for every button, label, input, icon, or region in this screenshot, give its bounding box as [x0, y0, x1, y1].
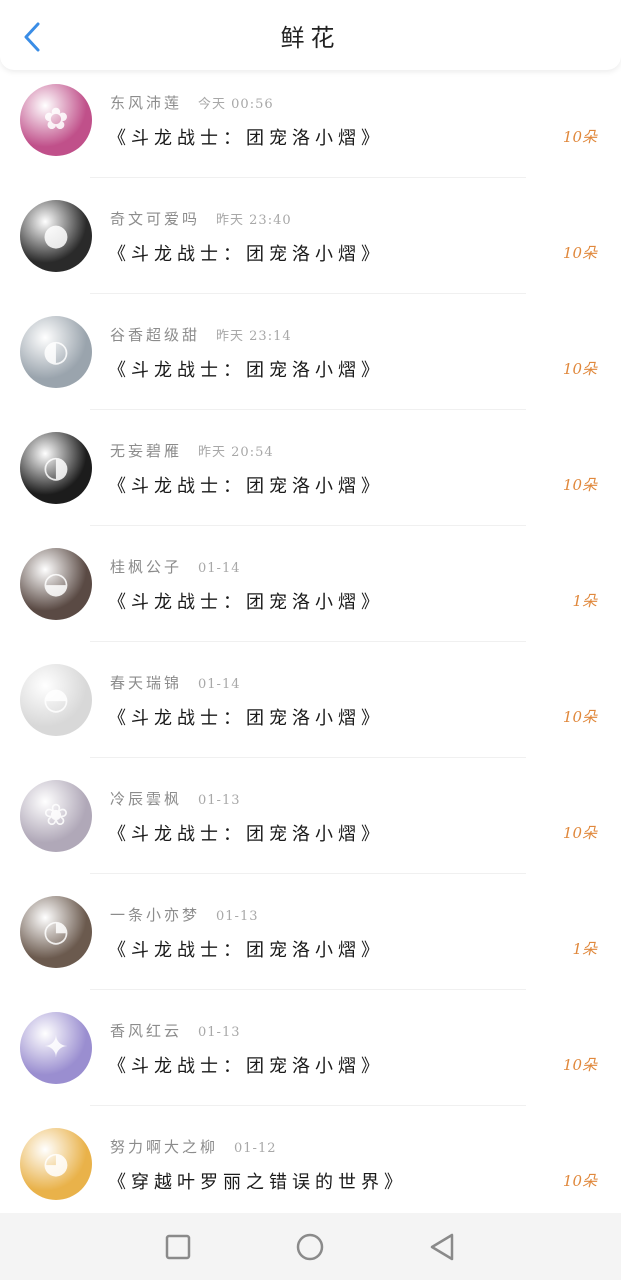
book-title[interactable]: 《斗龙战士：团宠洛小熠》 — [108, 1052, 384, 1078]
avatar-image-icon: ◑ — [42, 450, 70, 485]
user-name[interactable]: 无妄碧雁 — [110, 442, 182, 460]
avatar-image-icon: ❀ — [43, 798, 69, 833]
item-meta: 桂枫公子 01-14 — [110, 556, 241, 577]
list-item[interactable]: ✿ 东风沛莲 今天 00:56 《斗龙战士：团宠洛小熠》 10朵 — [0, 70, 621, 186]
avatar[interactable]: ◕ — [20, 1128, 92, 1200]
item-meta: 春天瑞锦 01-14 — [110, 672, 241, 693]
timestamp: 01-13 — [198, 1025, 241, 1040]
back-nav-button[interactable] — [426, 1231, 458, 1263]
avatar-image-icon: ◐ — [42, 334, 70, 369]
flower-count: 10朵 — [562, 476, 597, 494]
user-name[interactable]: 东风沛莲 — [110, 94, 182, 112]
book-title[interactable]: 《斗龙战士：团宠洛小熠》 — [108, 936, 384, 962]
divider — [90, 525, 526, 526]
user-name[interactable]: 冷辰雲枫 — [110, 790, 182, 808]
flower-count: 10朵 — [562, 244, 597, 262]
avatar-image-icon: ● — [42, 218, 70, 253]
flower-count: 10朵 — [562, 360, 597, 378]
user-name[interactable]: 春天瑞锦 — [110, 674, 182, 692]
avatar-image-icon: ◕ — [42, 1146, 70, 1181]
flower-count: 1朵 — [572, 940, 597, 958]
list-item[interactable]: ❀ 冷辰雲枫 01-13 《斗龙战士：团宠洛小熠》 10朵 — [0, 766, 621, 882]
flower-list: ✿ 东风沛莲 今天 00:56 《斗龙战士：团宠洛小熠》 10朵 ● 奇文可爱吗昨… — [0, 70, 621, 1230]
avatar[interactable]: ◐ — [20, 316, 92, 388]
item-meta: 奇文可爱吗 昨天 23:40 — [110, 208, 292, 229]
book-title[interactable]: 《斗龙战士：团宠洛小熠》 — [108, 588, 384, 614]
avatar[interactable]: ✦ — [20, 1012, 92, 1084]
timestamp: 昨天 23:14 — [216, 329, 292, 344]
avatar[interactable]: ❀ — [20, 780, 92, 852]
avatar-image-icon: ✦ — [43, 1030, 69, 1065]
avatar-image-icon: ◒ — [42, 566, 70, 601]
list-item[interactable]: ◐ 谷香超级甜 昨天 23:14 《斗龙战士：团宠洛小熠》 10朵 — [0, 302, 621, 418]
book-title[interactable]: 《斗龙战士：团宠洛小熠》 — [108, 240, 384, 266]
item-meta: 努力啊大之柳 01-12 — [110, 1136, 277, 1157]
flower-count: 1朵 — [572, 592, 597, 610]
avatar-image-icon: ◓ — [42, 682, 70, 717]
item-meta: 谷香超级甜 昨天 23:14 — [110, 324, 292, 345]
user-name[interactable]: 努力啊大之柳 — [110, 1138, 218, 1156]
flower-count: 10朵 — [562, 1172, 597, 1190]
divider — [90, 177, 526, 178]
triangle-back-icon — [430, 1233, 454, 1261]
item-meta: 冷辰雲枫 01-13 — [110, 788, 241, 809]
system-nav-bar — [0, 1213, 621, 1280]
home-button[interactable] — [294, 1231, 326, 1263]
flower-count: 10朵 — [562, 128, 597, 146]
timestamp: 昨天 20:54 — [198, 445, 274, 460]
page-title: 鲜花 — [280, 24, 341, 52]
divider — [90, 757, 526, 758]
user-name[interactable]: 奇文可爱吗 — [110, 210, 200, 228]
avatar[interactable]: ● — [20, 200, 92, 272]
avatar[interactable]: ◔ — [20, 896, 92, 968]
timestamp: 今天 00:56 — [198, 97, 274, 112]
user-name[interactable]: 谷香超级甜 — [110, 326, 200, 344]
header-bar: 鲜花 — [0, 0, 621, 70]
list-item[interactable]: ● 奇文可爱吗 昨天 23:40 《斗龙战士：团宠洛小熠》 10朵 — [0, 186, 621, 302]
item-meta: 香风红云 01-13 — [110, 1020, 241, 1041]
book-title[interactable]: 《斗龙战士：团宠洛小熠》 — [108, 124, 384, 150]
circle-icon — [296, 1233, 324, 1261]
list-item[interactable]: ◔ 一条小亦梦 01-13 《斗龙战士：团宠洛小熠》 1朵 — [0, 882, 621, 998]
avatar-image-icon: ◔ — [42, 914, 70, 949]
item-meta: 无妄碧雁 昨天 20:54 — [110, 440, 274, 461]
user-name[interactable]: 桂枫公子 — [110, 558, 182, 576]
book-title[interactable]: 《穿越叶罗丽之错误的世界》 — [108, 1168, 407, 1194]
square-icon — [165, 1234, 191, 1260]
timestamp: 01-14 — [198, 561, 241, 576]
list-item[interactable]: ◓ 春天瑞锦 01-14 《斗龙战士：团宠洛小熠》 10朵 — [0, 650, 621, 766]
recent-apps-button[interactable] — [162, 1231, 194, 1263]
book-title[interactable]: 《斗龙战士：团宠洛小熠》 — [108, 356, 384, 382]
divider — [90, 873, 526, 874]
divider — [90, 989, 526, 990]
list-item[interactable]: ◑ 无妄碧雁 昨天 20:54 《斗龙战士：团宠洛小熠》 10朵 — [0, 418, 621, 534]
flower-count: 10朵 — [562, 824, 597, 842]
timestamp: 01-13 — [216, 909, 259, 924]
avatar[interactable]: ◒ — [20, 548, 92, 620]
item-meta: 一条小亦梦 01-13 — [110, 904, 259, 925]
flower-count: 10朵 — [562, 1056, 597, 1074]
timestamp: 昨天 23:40 — [216, 213, 292, 228]
timestamp: 01-12 — [234, 1141, 277, 1156]
book-title[interactable]: 《斗龙战士：团宠洛小熠》 — [108, 704, 384, 730]
timestamp: 01-14 — [198, 677, 241, 692]
flower-count: 10朵 — [562, 708, 597, 726]
avatar[interactable]: ◓ — [20, 664, 92, 736]
user-name[interactable]: 香风红云 — [110, 1022, 182, 1040]
divider — [90, 641, 526, 642]
divider — [90, 409, 526, 410]
list-item[interactable]: ◒ 桂枫公子 01-14 《斗龙战士：团宠洛小熠》 1朵 — [0, 534, 621, 650]
item-meta: 东风沛莲 今天 00:56 — [110, 92, 274, 113]
timestamp: 01-13 — [198, 793, 241, 808]
divider — [90, 293, 526, 294]
avatar[interactable]: ✿ — [20, 84, 92, 156]
list-item[interactable]: ✦ 香风红云 01-13 《斗龙战士：团宠洛小熠》 10朵 — [0, 998, 621, 1114]
divider — [90, 1105, 526, 1106]
avatar-image-icon: ✿ — [43, 102, 69, 137]
user-name[interactable]: 一条小亦梦 — [110, 906, 200, 924]
avatar[interactable]: ◑ — [20, 432, 92, 504]
book-title[interactable]: 《斗龙战士：团宠洛小熠》 — [108, 472, 384, 498]
book-title[interactable]: 《斗龙战士：团宠洛小熠》 — [108, 820, 384, 846]
